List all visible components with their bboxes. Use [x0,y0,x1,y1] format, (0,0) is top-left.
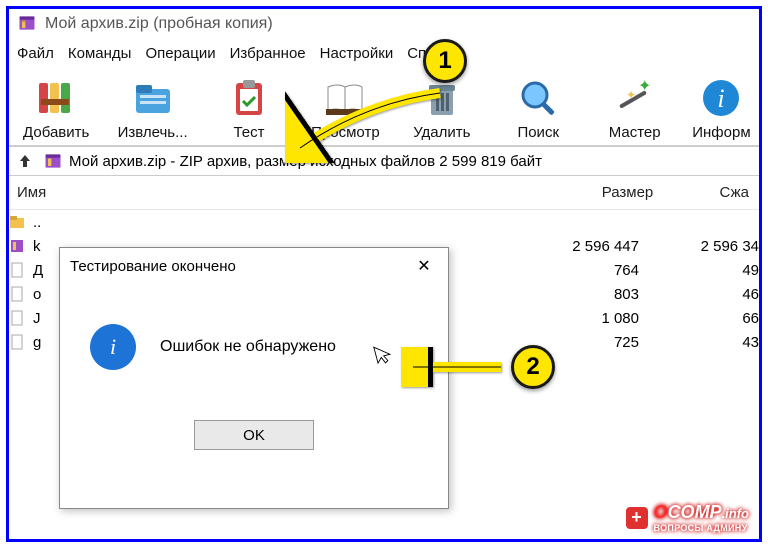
column-size[interactable]: Размер [544,184,654,201]
plus-icon: + [626,507,648,529]
file-packed: 66 [649,310,759,327]
file-icon [9,286,25,302]
book-open-icon [321,74,369,122]
close-button[interactable]: ✕ [410,256,438,276]
folder-extract-icon [129,74,177,122]
info-icon: i [697,74,745,122]
toolbar-label: Просмотр [311,124,380,141]
svg-text:✦: ✦ [626,88,636,102]
info-icon: i [90,324,136,370]
file-size: 2 596 447 [529,238,639,255]
winrar-app-icon [17,13,37,36]
titlebar: Мой архив.zip (пробная копия) [9,9,759,39]
file-name: g [29,334,59,351]
toolbar: Добавить Извлечь... Тест Просмотр Удалит… [9,68,759,146]
dialog-title: Тестирование окончено [70,258,236,275]
toolbar-label: Удалить [413,124,470,141]
column-packed[interactable]: Сжа [653,184,753,201]
file-list-header: Имя Размер Сжа [9,176,759,210]
file-packed: 43 [649,334,759,351]
path-input[interactable] [69,153,755,170]
svg-text:✦: ✦ [638,78,651,95]
file-size: 725 [529,334,639,351]
file-packed: 49 [649,262,759,279]
test-button[interactable]: Тест [206,74,292,141]
wizard-button[interactable]: ✦✦ Мастер [591,74,677,141]
watermark-domain: .info [722,506,749,521]
toolbar-label: Тест [233,124,264,141]
watermark-sub: ВОПРОСЫ АДМИНУ [654,523,749,533]
toolbar-label: Поиск [517,124,559,141]
books-add-icon [32,74,80,122]
menu-settings[interactable]: Настройки [320,45,394,62]
toolbar-label: Мастер [609,124,661,141]
folder-up-icon [9,214,25,230]
wand-icon: ✦✦ [611,74,659,122]
file-name: k [29,238,59,255]
up-arrow-icon[interactable] [13,149,37,173]
toolbar-label: Информ [692,124,750,141]
menu-favorites[interactable]: Избранное [230,45,306,62]
file-icon [9,262,25,278]
file-packed: 2 596 34 [649,238,759,255]
watermark-o: O [654,502,668,522]
extract-button[interactable]: Извлечь... [109,74,195,141]
info-button[interactable]: i Информ [688,74,755,141]
archive-file-icon [9,238,25,254]
view-button[interactable]: Просмотр [302,74,388,141]
archive-file-icon [43,151,63,171]
watermark-rest: COMP [668,502,722,522]
file-size: 764 [529,262,639,279]
file-name: J [29,310,59,327]
list-item[interactable]: .. [9,210,759,234]
column-name[interactable]: Имя [15,184,544,201]
menu-commands[interactable]: Команды [68,45,132,62]
delete-button[interactable]: Удалить [399,74,485,141]
dialog-message: Ошибок не обнаружено [160,338,336,356]
toolbar-label: Извлечь... [118,124,188,141]
magnifier-icon [514,74,562,122]
find-button[interactable]: Поиск [495,74,581,141]
file-size: 1 080 [529,310,639,327]
file-name: о [29,286,59,303]
trash-icon [418,74,466,122]
menu-file[interactable]: Файл [17,45,54,62]
menu-operations[interactable]: Операции [145,45,215,62]
test-result-dialog: Тестирование окончено ✕ i Ошибок не обна… [59,247,449,509]
address-bar [9,146,759,176]
svg-text:i: i [718,84,725,113]
file-icon [9,310,25,326]
watermark: + OCOMP.info ВОПРОСЫ АДМИНУ [626,502,749,533]
file-icon [9,334,25,350]
menu-bar: Файл Команды Операции Избранное Настройк… [9,39,759,68]
file-name: .. [29,214,59,231]
window-title: Мой архив.zip (пробная копия) [45,15,273,33]
file-name: Д [29,262,59,279]
file-packed: 46 [649,286,759,303]
add-button[interactable]: Добавить [13,74,99,141]
file-size: 803 [529,286,639,303]
menu-help[interactable]: Справка [407,45,466,62]
clipboard-check-icon [225,74,273,122]
toolbar-label: Добавить [23,124,89,141]
ok-button[interactable]: OK [194,420,314,450]
